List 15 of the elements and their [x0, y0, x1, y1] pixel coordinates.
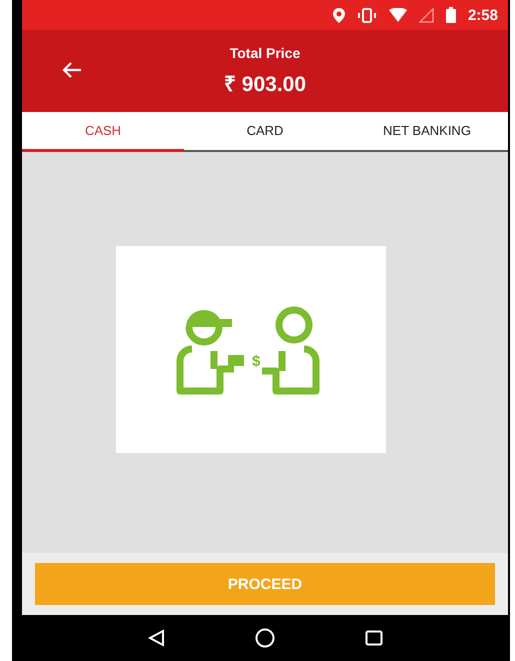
location-icon [332, 8, 345, 22]
currency-symbol: $ [252, 352, 260, 370]
back-nav-icon[interactable] [147, 629, 165, 647]
vibrate-icon [356, 8, 377, 22]
recents-nav-icon[interactable] [365, 629, 383, 647]
payment-tab[interactable]: CARD [184, 112, 346, 152]
wifi-icon [388, 8, 407, 22]
total-amount: ₹ 903.00 [224, 72, 306, 97]
status-time: 2:58 [468, 6, 498, 24]
home-nav-icon[interactable] [255, 628, 275, 648]
battery-icon [446, 7, 456, 23]
signal-icon [418, 8, 434, 22]
screen-title: Total Price [230, 45, 300, 61]
back-arrow-icon[interactable] [62, 62, 82, 78]
payment-tab[interactable]: NET BANKING [346, 112, 508, 152]
